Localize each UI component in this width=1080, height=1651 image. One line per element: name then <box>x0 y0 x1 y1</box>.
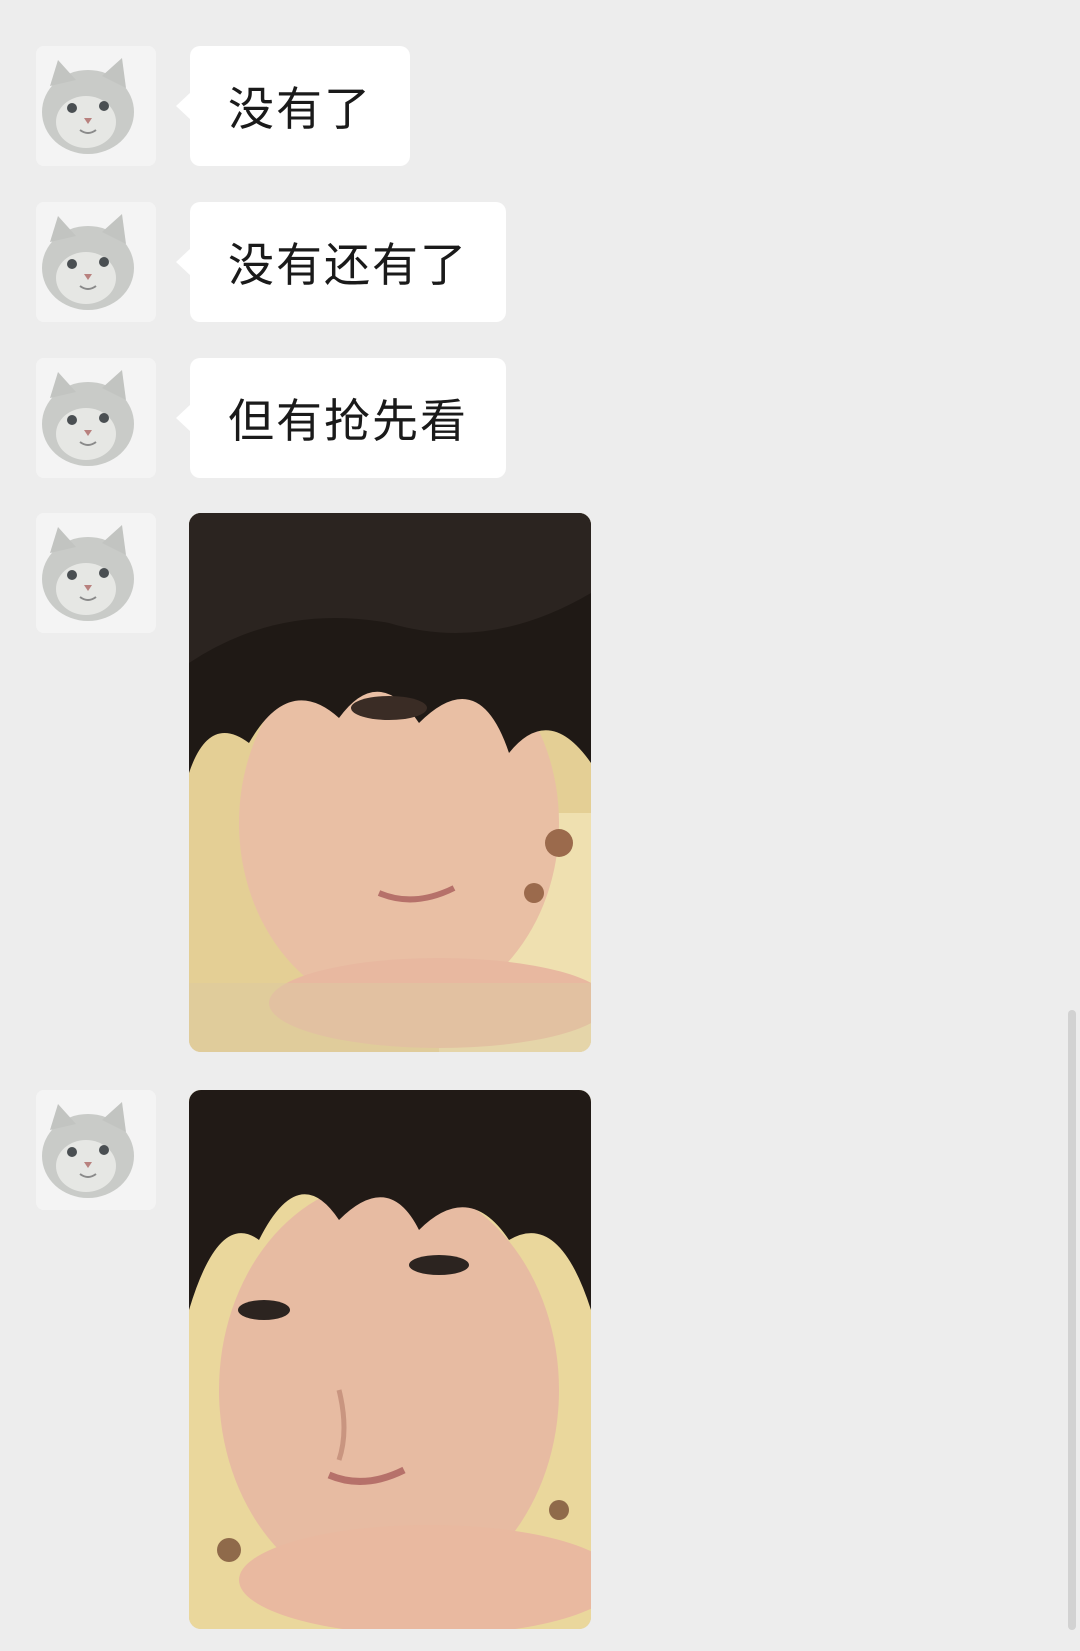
message-bubble[interactable]: 没有了 <box>176 46 410 166</box>
image-message[interactable] <box>189 1090 591 1629</box>
avatar[interactable] <box>36 46 156 166</box>
cat-sticker-icon <box>36 358 156 478</box>
message-bubble[interactable]: 但有抢先看 <box>176 358 506 478</box>
message-row <box>0 513 1080 1052</box>
scrollbar[interactable] <box>1068 1010 1076 1630</box>
message-row: 但有抢先看 <box>0 358 1080 478</box>
avatar[interactable] <box>36 202 156 322</box>
avatar[interactable] <box>36 513 156 633</box>
cat-sticker-icon <box>36 513 156 633</box>
cat-sticker-icon <box>36 202 156 322</box>
avatar[interactable] <box>36 1090 156 1210</box>
cat-sticker-icon <box>36 46 156 166</box>
cat-sticker-icon <box>36 1090 156 1210</box>
avatar[interactable] <box>36 358 156 478</box>
photo-thumbnail <box>189 1090 591 1629</box>
message-bubble[interactable]: 没有还有了 <box>176 202 506 322</box>
message-row: 没有了 <box>0 46 1080 166</box>
message-row <box>0 1090 1080 1629</box>
message-row: 没有还有了 <box>0 202 1080 322</box>
photo-thumbnail <box>189 513 591 1052</box>
chat-view: 没有了 没有还有了 但有抢先看 <box>0 0 1080 1651</box>
image-message[interactable] <box>189 513 591 1052</box>
